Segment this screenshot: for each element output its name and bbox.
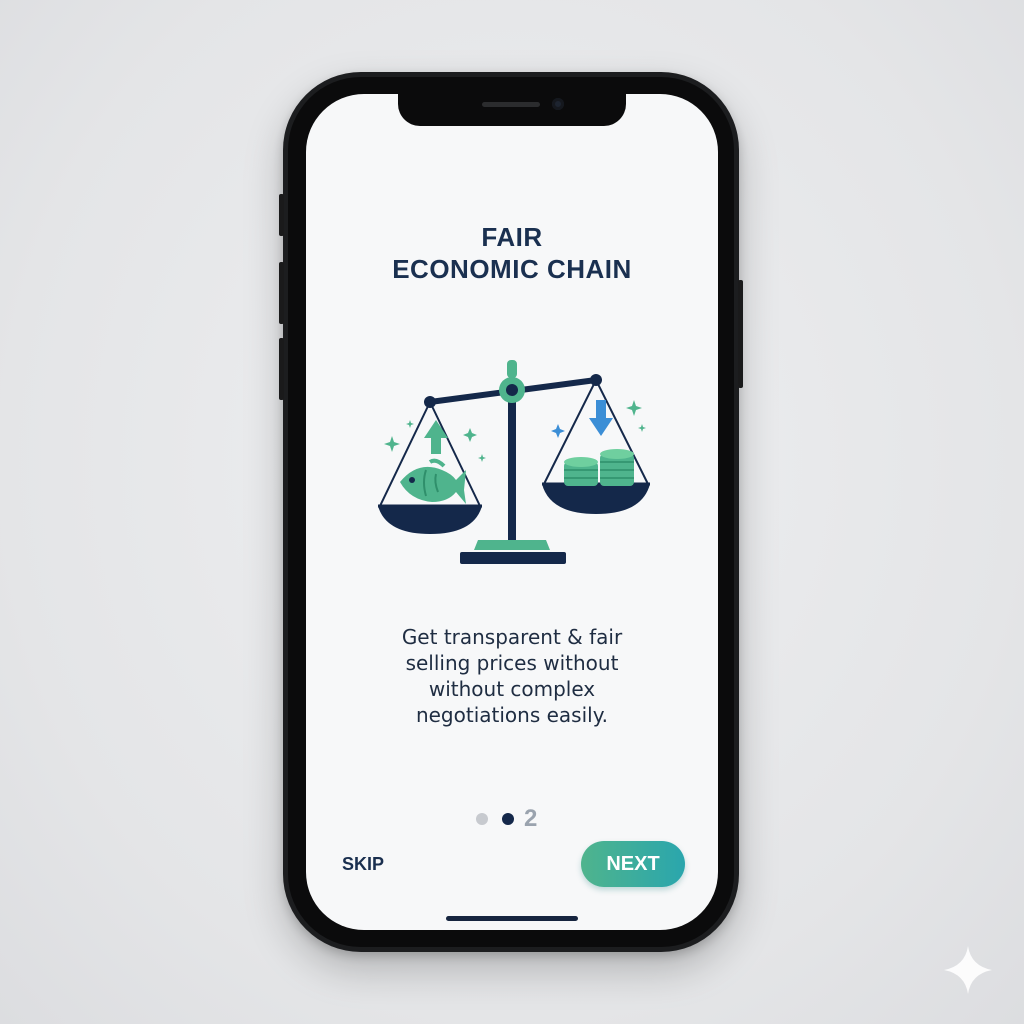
description-line: selling prices without xyxy=(405,651,619,675)
fish-icon xyxy=(400,458,466,504)
onboarding-description: Get transparent & fair selling prices wi… xyxy=(366,624,658,728)
page-number: 2 xyxy=(524,805,538,832)
page-dot-active[interactable] xyxy=(502,813,514,825)
coin-stack-icon xyxy=(564,449,634,486)
next-button[interactable]: NEXT xyxy=(581,841,685,887)
volume-down-button xyxy=(279,338,284,400)
speaker-grille xyxy=(482,102,540,107)
page-title-line-2: ECONOMIC CHAIN xyxy=(392,254,632,284)
description-line: without complex xyxy=(428,677,596,701)
notch xyxy=(398,94,626,126)
description-line: Get transparent & fair xyxy=(401,625,623,649)
background: FAIR ECONOMIC CHAIN Get transparent & fa… xyxy=(0,0,1024,1024)
page-dot-inactive[interactable] xyxy=(476,813,488,825)
description-line: negotiations easily. xyxy=(415,703,609,727)
skip-button[interactable]: SKIP xyxy=(342,854,384,875)
front-camera-icon xyxy=(552,98,564,110)
page-indicator: 2 xyxy=(476,805,538,832)
volume-up-button xyxy=(279,262,284,324)
mute-switch xyxy=(279,194,284,236)
sparkle-watermark-icon xyxy=(944,946,992,994)
page-title-line-1: FAIR xyxy=(481,222,543,252)
power-button xyxy=(738,280,743,388)
home-indicator[interactable] xyxy=(446,916,578,921)
onboarding-screen: FAIR ECONOMIC CHAIN Get transparent & fa… xyxy=(306,94,718,930)
balance-scale-illustration xyxy=(378,360,650,564)
arrow-up-icon xyxy=(424,420,448,454)
